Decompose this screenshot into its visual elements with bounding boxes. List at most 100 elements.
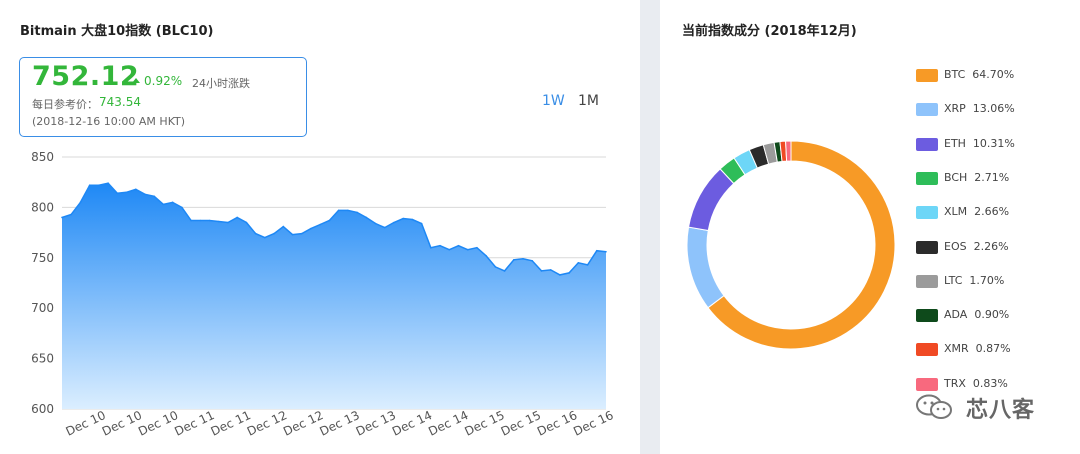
change-label: 24小时涨跌 — [192, 77, 250, 90]
data-point — [383, 226, 386, 229]
data-point — [107, 182, 109, 185]
data-point — [577, 262, 580, 264]
y-tick-label: 750 — [31, 251, 54, 265]
index-area-series — [62, 183, 606, 409]
data-point — [531, 260, 534, 262]
slice-xrp — [686, 226, 725, 309]
legend-label: TRX 0.83% — [944, 376, 1008, 390]
data-point — [365, 216, 368, 219]
data-point — [61, 216, 63, 219]
data-point — [245, 221, 248, 224]
y-tick-label: 800 — [31, 200, 54, 214]
data-point — [476, 246, 478, 249]
x-tick-label: Dec 10 — [100, 408, 144, 439]
data-point — [190, 219, 192, 222]
x-tick-label: Dec 15 — [499, 408, 543, 439]
range-1m-button[interactable]: 1M — [578, 93, 599, 109]
legend-swatch — [916, 309, 938, 323]
range-1w-button[interactable]: 1W — [542, 93, 565, 109]
y-tick-label: 850 — [31, 150, 54, 164]
data-point — [116, 192, 119, 195]
data-point — [586, 264, 589, 266]
data-point — [605, 250, 607, 253]
data-point — [125, 191, 128, 194]
legend-swatch — [916, 240, 938, 254]
data-point — [88, 184, 91, 187]
data-point — [254, 232, 257, 235]
data-point — [512, 259, 515, 261]
data-point — [153, 195, 156, 198]
reference-price-value: 743.54 — [99, 95, 141, 109]
timestamp: (2018-12-16 10:00 AM HKT) — [32, 115, 186, 128]
data-point — [457, 244, 460, 247]
y-tick-label: 600 — [31, 402, 54, 416]
data-point — [273, 232, 275, 235]
data-point — [393, 221, 395, 224]
watermark-text: 芯八客 — [966, 398, 1036, 423]
data-point — [439, 244, 441, 247]
slice-trx — [785, 140, 792, 162]
data-point — [199, 219, 202, 222]
legend-swatch — [916, 69, 938, 82]
legend-swatch — [916, 377, 938, 391]
data-point — [356, 211, 358, 214]
data-point — [503, 270, 506, 272]
x-tick-label: Dec 10 — [136, 408, 180, 439]
x-tick-label: Dec 15 — [462, 408, 506, 439]
legend-label: XRP 13.06% — [944, 102, 1015, 116]
data-point — [310, 227, 312, 230]
data-point — [466, 248, 469, 251]
reference-price-label: 每日参考价： — [32, 98, 98, 111]
x-tick-label: Dec 16 — [535, 408, 579, 439]
data-point — [79, 201, 82, 204]
data-point — [144, 193, 146, 196]
data-point — [448, 248, 451, 251]
data-point — [494, 266, 497, 268]
x-tick-label: Dec 16 — [571, 408, 615, 439]
data-point — [217, 220, 220, 223]
data-point — [411, 218, 414, 221]
data-point — [282, 225, 285, 228]
data-point — [347, 209, 349, 212]
data-point — [540, 270, 543, 272]
x-tick-label: Dec 12 — [245, 408, 289, 439]
x-tick-label: Dec 11 — [209, 408, 253, 439]
legend-swatch — [916, 137, 938, 151]
composition-panel: 当前指数成分 (2018年12月) BTC 64.70% XRP 13.06% ET… — [660, 0, 1080, 454]
legend-swatch — [916, 206, 938, 220]
composition-donut-chart — [686, 140, 896, 350]
data-point — [337, 209, 340, 212]
data-point — [181, 206, 183, 209]
legend-swatch — [916, 171, 938, 185]
data-point — [402, 217, 404, 220]
legend-swatch — [916, 343, 938, 357]
index-chart-panel: Bitmain 大盘10指数 (BLC10) 752.12 0.92% 24小时… — [0, 0, 640, 454]
x-tick-label: Dec 13 — [317, 408, 361, 439]
data-point — [522, 258, 524, 260]
data-point — [264, 236, 266, 239]
y-tick-label: 700 — [31, 301, 54, 315]
data-point — [300, 232, 303, 235]
data-point — [162, 203, 165, 206]
legend-label: ADA 0.90% — [944, 308, 1010, 322]
data-point — [485, 254, 487, 257]
data-point — [70, 213, 73, 216]
legend-label: ETH 10.31% — [944, 136, 1015, 150]
price-card: 752.12 0.92% 24小时涨跌 每日参考价： 743.54 (2018-… — [19, 57, 307, 137]
data-point — [328, 219, 331, 222]
legend-label: BTC 64.70% — [944, 68, 1015, 81]
index-area-chart: 600650700750800850 Dec 10Dec 10Dec 10Dec… — [31, 150, 615, 439]
data-point — [549, 269, 552, 271]
x-tick-label: Dec 12 — [281, 408, 325, 439]
data-point — [568, 272, 570, 274]
legend-label: XLM 2.66% — [944, 205, 1010, 219]
legend-label: EOS 2.26% — [944, 239, 1009, 253]
legend-label: BCH 2.71% — [944, 170, 1010, 184]
data-point — [227, 221, 229, 224]
wechat-icon — [916, 394, 952, 419]
data-point — [291, 233, 294, 236]
legend-label: XMR 0.87% — [944, 342, 1011, 356]
index-title: Bitmain 大盘10指数 (BLC10) — [20, 24, 214, 39]
legend-label: LTC 1.70% — [944, 273, 1005, 287]
data-point — [420, 222, 423, 225]
